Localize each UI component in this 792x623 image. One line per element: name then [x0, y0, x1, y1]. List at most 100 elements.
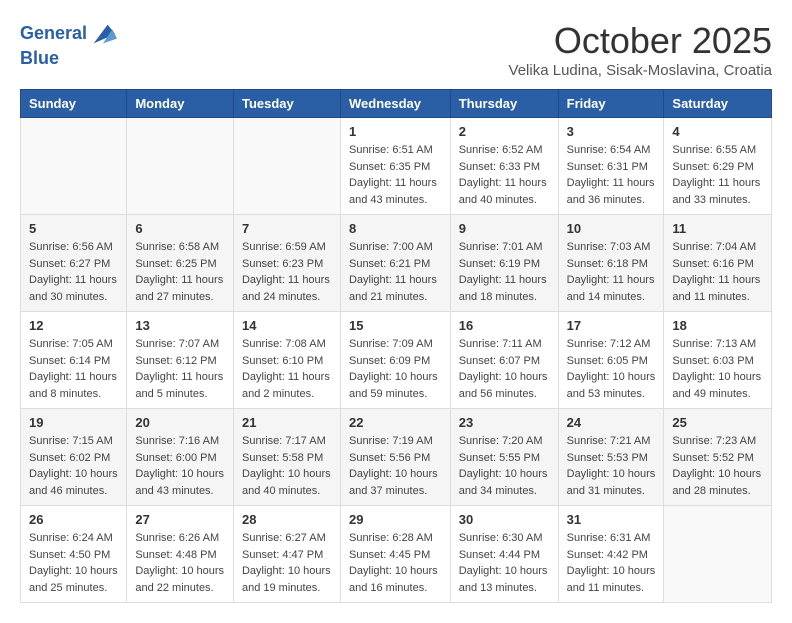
calendar-cell	[127, 118, 234, 215]
day-number: 6	[135, 221, 225, 236]
weekday-header-wednesday: Wednesday	[340, 90, 450, 118]
day-number: 30	[459, 512, 550, 527]
day-info: Sunrise: 7:12 AM Sunset: 6:05 PM Dayligh…	[567, 336, 656, 402]
day-number: 16	[459, 318, 550, 333]
day-info: Sunrise: 7:04 AM Sunset: 6:16 PM Dayligh…	[672, 239, 763, 305]
calendar-cell: 15 Sunrise: 7:09 AM Sunset: 6:09 PM Dayli…	[340, 312, 450, 409]
day-number: 10	[567, 221, 656, 236]
location-subtitle: Velika Ludina, Sisak-Moslavina, Croatia	[509, 62, 772, 79]
calendar-cell: 1Sunrise: 6:51 AM Sunset: 6:35 PM Daylig…	[340, 118, 450, 215]
calendar-cell: 3 Sunrise: 6:54 AM Sunset: 6:31 PM Daylig…	[558, 118, 664, 215]
day-number: 18	[672, 318, 763, 333]
calendar-cell: 17 Sunrise: 7:12 AM Sunset: 6:05 PM Dayli…	[558, 312, 664, 409]
calendar-cell: 4Sunrise: 6:55 AM Sunset: 6:29 PM Daylig…	[664, 118, 772, 215]
calendar-cell: 26 Sunrise: 6:24 AM Sunset: 4:50 PM Dayli…	[21, 506, 127, 603]
calendar-cell: 23 Sunrise: 7:20 AM Sunset: 5:55 PM Dayli…	[450, 409, 558, 506]
day-info: Sunrise: 6:54 AM Sunset: 6:31 PM Dayligh…	[567, 142, 656, 208]
day-number: 24	[567, 415, 656, 430]
day-number: 31	[567, 512, 656, 527]
weekday-header-friday: Friday	[558, 90, 664, 118]
calendar-cell: 13 Sunrise: 7:07 AM Sunset: 6:12 PM Dayli…	[127, 312, 234, 409]
calendar-cell: 7 Sunrise: 6:59 AM Sunset: 6:23 PM Daylig…	[233, 215, 340, 312]
calendar-cell: 19Sunrise: 7:15 AM Sunset: 6:02 PM Dayli…	[21, 409, 127, 506]
calendar-cell: 25Sunrise: 7:23 AM Sunset: 5:52 PM Dayli…	[664, 409, 772, 506]
day-info: Sunrise: 7:08 AM Sunset: 6:10 PM Dayligh…	[242, 336, 332, 402]
logo: General Blue	[20, 20, 117, 70]
day-info: Sunrise: 7:21 AM Sunset: 5:53 PM Dayligh…	[567, 433, 656, 499]
calendar-table: SundayMondayTuesdayWednesdayThursdayFrid…	[20, 89, 772, 603]
calendar-week-row: 12 Sunrise: 7:05 AM Sunset: 6:14 PM Dayli…	[21, 312, 772, 409]
day-number: 5	[29, 221, 118, 236]
logo-blue: Blue	[20, 48, 117, 70]
day-info: Sunrise: 7:03 AM Sunset: 6:18 PM Dayligh…	[567, 239, 656, 305]
calendar-cell: 27 Sunrise: 6:26 AM Sunset: 4:48 PM Dayli…	[127, 506, 234, 603]
calendar-week-row: 1Sunrise: 6:51 AM Sunset: 6:35 PM Daylig…	[21, 118, 772, 215]
day-number: 21	[242, 415, 332, 430]
day-info: Sunrise: 7:15 AM Sunset: 6:02 PM Dayligh…	[29, 433, 118, 499]
calendar-week-row: 5 Sunrise: 6:56 AM Sunset: 6:27 PM Daylig…	[21, 215, 772, 312]
weekday-header-row: SundayMondayTuesdayWednesdayThursdayFrid…	[21, 90, 772, 118]
calendar-cell: 9Sunrise: 7:01 AM Sunset: 6:19 PM Daylig…	[450, 215, 558, 312]
calendar-cell: 31 Sunrise: 6:31 AM Sunset: 4:42 PM Dayli…	[558, 506, 664, 603]
calendar-cell: 14 Sunrise: 7:08 AM Sunset: 6:10 PM Dayli…	[233, 312, 340, 409]
month-title: October 2025	[509, 20, 772, 62]
day-info: Sunrise: 7:00 AM Sunset: 6:21 PM Dayligh…	[349, 239, 442, 305]
calendar-week-row: 26 Sunrise: 6:24 AM Sunset: 4:50 PM Dayli…	[21, 506, 772, 603]
calendar-cell: 8 Sunrise: 7:00 AM Sunset: 6:21 PM Daylig…	[340, 215, 450, 312]
day-number: 13	[135, 318, 225, 333]
day-number: 26	[29, 512, 118, 527]
day-info: Sunrise: 6:26 AM Sunset: 4:48 PM Dayligh…	[135, 530, 225, 596]
day-number: 12	[29, 318, 118, 333]
day-number: 23	[459, 415, 550, 430]
calendar-cell: 10 Sunrise: 7:03 AM Sunset: 6:18 PM Dayli…	[558, 215, 664, 312]
day-info: Sunrise: 7:20 AM Sunset: 5:55 PM Dayligh…	[459, 433, 550, 499]
weekday-header-tuesday: Tuesday	[233, 90, 340, 118]
calendar-cell: 21 Sunrise: 7:17 AM Sunset: 5:58 PM Dayli…	[233, 409, 340, 506]
day-number: 8	[349, 221, 442, 236]
day-info: Sunrise: 7:19 AM Sunset: 5:56 PM Dayligh…	[349, 433, 442, 499]
logo-text: General	[20, 23, 87, 45]
day-info: Sunrise: 6:30 AM Sunset: 4:44 PM Dayligh…	[459, 530, 550, 596]
day-info: Sunrise: 6:24 AM Sunset: 4:50 PM Dayligh…	[29, 530, 118, 596]
day-number: 7	[242, 221, 332, 236]
calendar-cell: 28Sunrise: 6:27 AM Sunset: 4:47 PM Dayli…	[233, 506, 340, 603]
calendar-cell: 30 Sunrise: 6:30 AM Sunset: 4:44 PM Dayli…	[450, 506, 558, 603]
day-info: Sunrise: 7:07 AM Sunset: 6:12 PM Dayligh…	[135, 336, 225, 402]
calendar-cell: 12 Sunrise: 7:05 AM Sunset: 6:14 PM Dayli…	[21, 312, 127, 409]
day-info: Sunrise: 7:05 AM Sunset: 6:14 PM Dayligh…	[29, 336, 118, 402]
day-info: Sunrise: 6:55 AM Sunset: 6:29 PM Dayligh…	[672, 142, 763, 208]
day-number: 14	[242, 318, 332, 333]
day-number: 17	[567, 318, 656, 333]
day-info: Sunrise: 6:56 AM Sunset: 6:27 PM Dayligh…	[29, 239, 118, 305]
day-info: Sunrise: 6:59 AM Sunset: 6:23 PM Dayligh…	[242, 239, 332, 305]
calendar-cell: 16 Sunrise: 7:11 AM Sunset: 6:07 PM Dayli…	[450, 312, 558, 409]
calendar-cell	[664, 506, 772, 603]
calendar-cell: 11 Sunrise: 7:04 AM Sunset: 6:16 PM Dayli…	[664, 215, 772, 312]
page-header: General Blue October 2025 Velika Ludina,…	[20, 20, 772, 79]
day-info: Sunrise: 6:58 AM Sunset: 6:25 PM Dayligh…	[135, 239, 225, 305]
calendar-cell	[21, 118, 127, 215]
weekday-header-monday: Monday	[127, 90, 234, 118]
day-info: Sunrise: 7:23 AM Sunset: 5:52 PM Dayligh…	[672, 433, 763, 499]
day-number: 3	[567, 124, 656, 139]
day-number: 11	[672, 221, 763, 236]
weekday-header-saturday: Saturday	[664, 90, 772, 118]
calendar-cell: 29Sunrise: 6:28 AM Sunset: 4:45 PM Dayli…	[340, 506, 450, 603]
day-info: Sunrise: 7:16 AM Sunset: 6:00 PM Dayligh…	[135, 433, 225, 499]
day-number: 1	[349, 124, 442, 139]
calendar-cell: 24 Sunrise: 7:21 AM Sunset: 5:53 PM Dayli…	[558, 409, 664, 506]
day-number: 27	[135, 512, 225, 527]
day-number: 2	[459, 124, 550, 139]
day-info: Sunrise: 6:31 AM Sunset: 4:42 PM Dayligh…	[567, 530, 656, 596]
day-info: Sunrise: 6:52 AM Sunset: 6:33 PM Dayligh…	[459, 142, 550, 208]
weekday-header-sunday: Sunday	[21, 90, 127, 118]
day-info: Sunrise: 7:09 AM Sunset: 6:09 PM Dayligh…	[349, 336, 442, 402]
calendar-cell	[233, 118, 340, 215]
day-info: Sunrise: 7:17 AM Sunset: 5:58 PM Dayligh…	[242, 433, 332, 499]
day-number: 15	[349, 318, 442, 333]
day-number: 9	[459, 221, 550, 236]
day-info: Sunrise: 7:11 AM Sunset: 6:07 PM Dayligh…	[459, 336, 550, 402]
calendar-cell: 2 Sunrise: 6:52 AM Sunset: 6:33 PM Daylig…	[450, 118, 558, 215]
title-block: October 2025 Velika Ludina, Sisak-Moslav…	[509, 20, 772, 79]
day-info: Sunrise: 6:28 AM Sunset: 4:45 PM Dayligh…	[349, 530, 442, 596]
